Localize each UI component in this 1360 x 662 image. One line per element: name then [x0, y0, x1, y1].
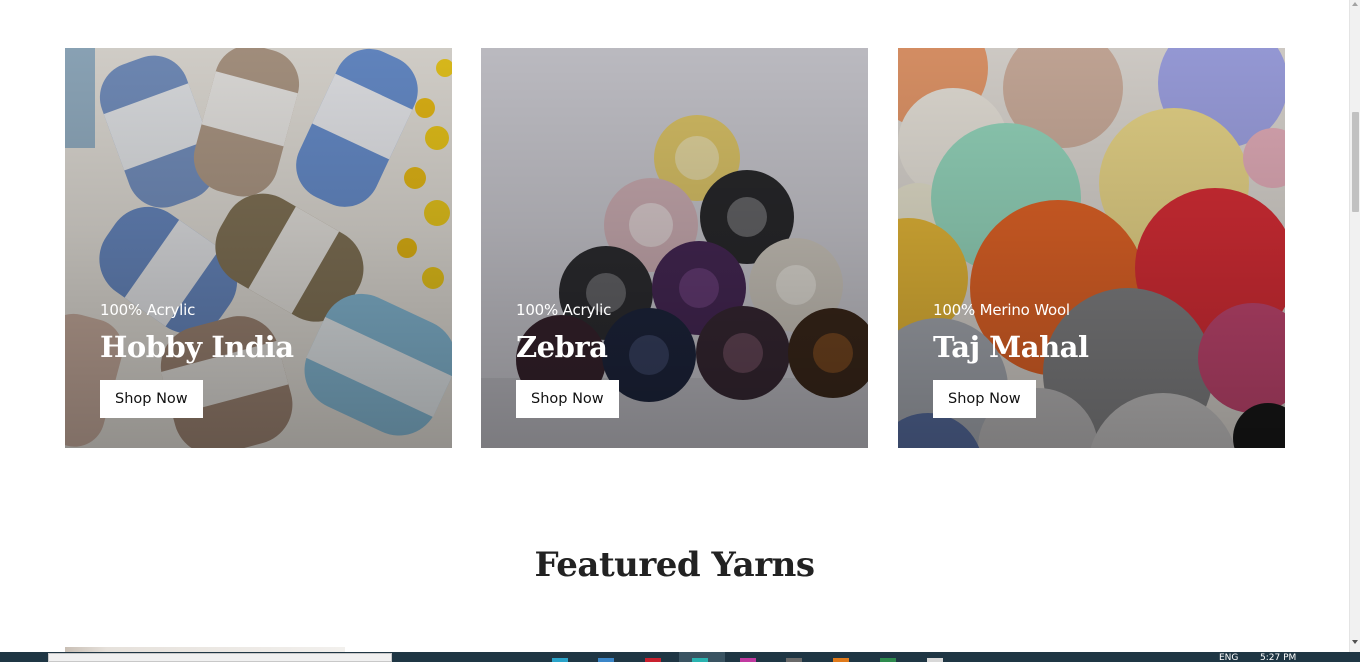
collection-card-hobby-india[interactable]: 100% Acrylic Hobby India Shop Now — [65, 48, 452, 448]
shop-now-button[interactable]: Shop Now — [933, 380, 1036, 418]
taskbar-app-icon[interactable] — [833, 658, 849, 662]
shop-now-button[interactable]: Shop Now — [516, 380, 619, 418]
collection-card-zebra[interactable]: 100% Acrylic Zebra Shop Now — [481, 48, 868, 448]
card-subtitle: 100% Merino Wool — [933, 301, 1070, 319]
card-title: Taj Mahal — [933, 330, 1089, 364]
card-subtitle: 100% Acrylic — [100, 301, 196, 319]
section-heading-featured-yarns: Featured Yarns — [534, 545, 815, 585]
language-indicator[interactable]: ENG — [1219, 654, 1238, 662]
taskbar-search-box[interactable] — [48, 653, 392, 662]
taskbar-app-icon[interactable] — [552, 658, 568, 662]
collection-card-taj-mahal[interactable]: 100% Merino Wool Taj Mahal Shop Now — [898, 48, 1285, 448]
taskbar-app-icon[interactable] — [740, 658, 756, 662]
chrome-icon[interactable] — [692, 658, 708, 662]
taskbar-app-icon[interactable] — [927, 658, 943, 662]
scroll-up-arrow-icon[interactable] — [1352, 2, 1358, 6]
card-title: Zebra — [516, 330, 608, 364]
scroll-down-arrow-icon[interactable] — [1352, 640, 1358, 644]
taskbar-app-icon[interactable] — [786, 658, 802, 662]
card-title: Hobby India — [100, 330, 294, 364]
clock[interactable]: 5:27 PM — [1260, 654, 1296, 662]
windows-taskbar: ENG 5:27 PM — [0, 652, 1360, 662]
taskbar-app-icon[interactable] — [598, 658, 614, 662]
scrollbar-thumb[interactable] — [1352, 112, 1359, 212]
shop-now-button[interactable]: Shop Now — [100, 380, 203, 418]
card-subtitle: 100% Acrylic — [516, 301, 612, 319]
taskbar-app-icon[interactable] — [880, 658, 896, 662]
taskbar-app-icon[interactable] — [645, 658, 661, 662]
vertical-scrollbar[interactable] — [1349, 0, 1360, 652]
page: 100% Acrylic Hobby India Shop Now 100% A… — [0, 0, 1349, 652]
